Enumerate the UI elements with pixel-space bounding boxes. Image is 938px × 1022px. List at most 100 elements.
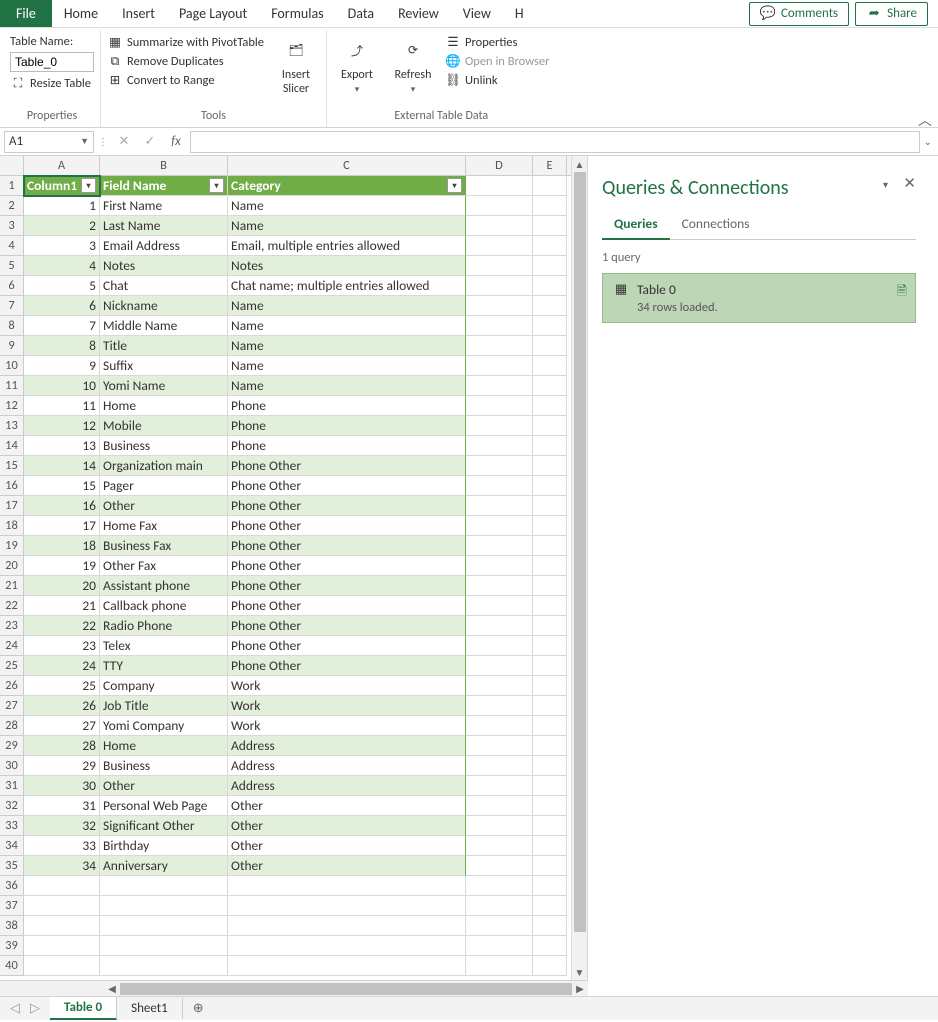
cell-field-name[interactable]: Suffix <box>100 356 228 376</box>
tab-data[interactable]: Data <box>336 0 386 27</box>
table-name-input[interactable] <box>10 52 94 72</box>
cell-category[interactable]: Other <box>228 816 466 836</box>
row-header[interactable]: 5 <box>0 256 24 276</box>
cell-field-name[interactable]: Other <box>100 496 228 516</box>
cell[interactable] <box>466 336 533 356</box>
cell[interactable] <box>466 356 533 376</box>
cell-category[interactable]: Name <box>228 296 466 316</box>
cell[interactable] <box>533 556 567 576</box>
share-button[interactable]: ➦ Share <box>855 2 928 26</box>
cell-category[interactable]: Phone Other <box>228 536 466 556</box>
cell-column1[interactable]: 22 <box>24 616 100 636</box>
cell[interactable] <box>533 916 567 936</box>
cell[interactable] <box>24 956 100 976</box>
cell[interactable] <box>100 956 228 976</box>
cell-category[interactable]: Chat name; multiple entries allowed <box>228 276 466 296</box>
cell[interactable] <box>466 216 533 236</box>
sheet-nav-arrows[interactable]: ◁▷ <box>0 1001 50 1016</box>
row-header[interactable]: 31 <box>0 776 24 796</box>
horizontal-scrollbar[interactable]: ◀ ▶ <box>0 980 588 996</box>
new-sheet-button[interactable]: ⊕ <box>183 998 214 1019</box>
cell-column1[interactable]: 32 <box>24 816 100 836</box>
cell-category[interactable]: Address <box>228 756 466 776</box>
cell-column1[interactable]: 24 <box>24 656 100 676</box>
cell[interactable] <box>533 396 567 416</box>
cell[interactable] <box>466 196 533 216</box>
row-header[interactable]: 21 <box>0 576 24 596</box>
cell-column1[interactable]: 18 <box>24 536 100 556</box>
cell[interactable] <box>100 896 228 916</box>
cell-field-name[interactable]: Pager <box>100 476 228 496</box>
cell[interactable] <box>466 476 533 496</box>
unlink-button[interactable]: ⛓Unlink <box>445 72 550 88</box>
row-header[interactable]: 17 <box>0 496 24 516</box>
cell[interactable] <box>466 256 533 276</box>
edit-query-icon[interactable]: 🗎 <box>897 282 907 304</box>
row-header[interactable]: 28 <box>0 716 24 736</box>
cell-field-name[interactable]: Business <box>100 436 228 456</box>
cell[interactable] <box>466 656 533 676</box>
cell-column1[interactable]: 13 <box>24 436 100 456</box>
cell[interactable] <box>466 876 533 896</box>
cell-field-name[interactable]: Mobile <box>100 416 228 436</box>
cell-category[interactable]: Name <box>228 196 466 216</box>
cell[interactable] <box>466 496 533 516</box>
tab-insert[interactable]: Insert <box>110 0 167 27</box>
cell-category[interactable]: Other <box>228 796 466 816</box>
cell[interactable] <box>466 536 533 556</box>
tab-formulas[interactable]: Formulas <box>259 0 335 27</box>
cell-column1[interactable]: 29 <box>24 756 100 776</box>
cell-field-name[interactable]: Callback phone <box>100 596 228 616</box>
cell[interactable] <box>533 696 567 716</box>
row-header[interactable]: 40 <box>0 956 24 976</box>
cell[interactable] <box>533 716 567 736</box>
cell-field-name[interactable]: First Name <box>100 196 228 216</box>
row-header[interactable]: 11 <box>0 376 24 396</box>
cell-column1[interactable]: 9 <box>24 356 100 376</box>
cell-column1[interactable]: 17 <box>24 516 100 536</box>
cell[interactable] <box>228 936 466 956</box>
row-header[interactable]: 16 <box>0 476 24 496</box>
cell[interactable] <box>466 616 533 636</box>
cell[interactable] <box>533 956 567 976</box>
cell-column1[interactable]: 26 <box>24 696 100 716</box>
cell[interactable] <box>533 496 567 516</box>
scroll-up-button[interactable]: ▲ <box>572 156 587 172</box>
cell[interactable] <box>533 416 567 436</box>
cell[interactable] <box>533 816 567 836</box>
cell-category[interactable]: Phone Other <box>228 596 466 616</box>
cell[interactable] <box>533 356 567 376</box>
cell[interactable] <box>533 536 567 556</box>
filter-dropdown-icon[interactable]: ▾ <box>447 178 462 193</box>
cell[interactable] <box>466 676 533 696</box>
select-all-corner[interactable] <box>0 156 24 175</box>
filter-dropdown-icon[interactable]: ▾ <box>81 178 96 193</box>
row-header[interactable]: 37 <box>0 896 24 916</box>
cell-field-name[interactable]: Business Fax <box>100 536 228 556</box>
cell[interactable] <box>466 776 533 796</box>
cell[interactable] <box>533 516 567 536</box>
cell-column1[interactable]: 31 <box>24 796 100 816</box>
cell[interactable] <box>466 916 533 936</box>
cell-field-name[interactable]: Telex <box>100 636 228 656</box>
cell[interactable] <box>466 896 533 916</box>
cell-category[interactable]: Phone Other <box>228 616 466 636</box>
cell-column1[interactable]: 11 <box>24 396 100 416</box>
tab-view[interactable]: View <box>451 0 503 27</box>
row-header[interactable]: 29 <box>0 736 24 756</box>
cell-column1[interactable]: 1 <box>24 196 100 216</box>
row-header[interactable]: 10 <box>0 356 24 376</box>
cell[interactable] <box>533 576 567 596</box>
cell[interactable] <box>533 216 567 236</box>
cell-column1[interactable]: 21 <box>24 596 100 616</box>
row-header[interactable]: 24 <box>0 636 24 656</box>
scroll-down-button[interactable]: ▼ <box>572 964 587 980</box>
cell-field-name[interactable]: Personal Web Page <box>100 796 228 816</box>
insert-slicer-button[interactable]: 🗂 InsertSlicer <box>272 34 320 96</box>
row-header[interactable]: 4 <box>0 236 24 256</box>
cell[interactable] <box>466 516 533 536</box>
cell[interactable] <box>100 936 228 956</box>
cell-category[interactable]: Phone <box>228 436 466 456</box>
cell[interactable] <box>533 196 567 216</box>
cell-category[interactable]: Phone <box>228 416 466 436</box>
